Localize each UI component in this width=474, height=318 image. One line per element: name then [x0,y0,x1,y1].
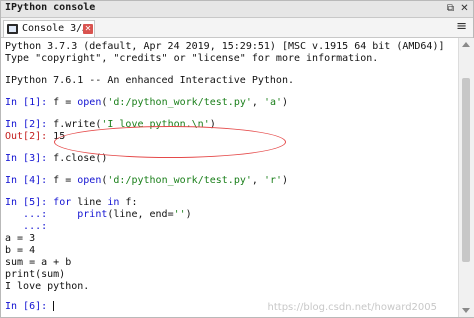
code-builtin: print [77,209,108,220]
code-string: '' [173,209,186,220]
out-prompt: Out[2]: [5,131,54,142]
code-string: 'd:/python_work/test.py' [107,175,252,186]
window-title: IPython console [5,2,96,13]
code-builtin: open [77,97,102,108]
code-text: f = [53,97,78,108]
text-cursor [53,301,55,311]
printed-output-line: print(sum) [5,269,66,280]
in-prompt: In [1]: [5,97,54,108]
code-string: 'd:/python_work/test.py' [107,97,252,108]
code-string: 'a' [263,97,282,108]
in-prompt: In [4]: [5,175,54,186]
continuation-prompt: ...: [5,209,54,220]
title-bar: IPython console ⧉ ✕ [1,1,473,18]
input-line-3: In [3]: f.close() [5,153,107,165]
in-prompt: In [6]: [5,301,54,312]
code-text: f.write( [53,119,102,130]
in-prompt: In [5]: [5,197,54,208]
banner-line: Type "copyright", "credits" or "license"… [5,53,379,64]
code-string: 'r' [263,175,282,186]
options-menu-icon[interactable]: ≡ [456,20,467,34]
close-pane-icon[interactable]: ✕ [459,3,470,14]
input-line-4: In [4]: f = open('d:/python_work/test.py… [5,175,288,187]
console-output-area[interactable]: Python 3.7.3 (default, Apr 24 2019, 15:2… [2,38,457,317]
tab-bar: Console 3/A ✕ ≡ [1,18,473,38]
input-line-5: In [5]: for line in f: [5,197,137,209]
continuation-line-2: ...: [5,221,53,233]
code-text: ) [282,97,289,108]
banner-line: Python 3.7.3 (default, Apr 24 2019, 15:2… [5,41,445,52]
continuation-prompt: ...: [5,221,54,232]
scroll-up-icon[interactable] [462,42,470,47]
code-text: , [251,97,264,108]
input-line-1: In [1]: f = open('d:/python_work/test.py… [5,97,288,109]
banner-line: IPython 7.6.1 -- An enhanced Interactive… [5,75,294,86]
input-line-6[interactable]: In [6]: [5,301,55,313]
scrollbar-thumb[interactable] [462,78,470,262]
scroll-down-icon[interactable] [462,308,470,313]
code-text: f: [119,197,138,208]
printed-output-line: sum = a + b [5,257,72,268]
printed-output-line: a = 3 [5,233,36,244]
in-prompt: In [2]: [5,119,54,130]
code-text: ) [185,209,192,220]
code-text: line [71,197,108,208]
tab-close-icon[interactable]: ✕ [83,24,93,34]
code-text: ) [282,175,289,186]
in-prompt: In [3]: [5,153,54,164]
code-keyword: in [107,197,120,208]
code-keyword: for [53,197,72,208]
printed-output-line: b = 4 [5,245,36,256]
vertical-scrollbar[interactable] [458,38,474,317]
console-icon [7,24,18,34]
code-text: (line, end= [107,209,174,220]
code-text: , [251,175,264,186]
highlight-ring [54,126,286,158]
continuation-line-1: ...: print(line, end='') [5,209,192,221]
printed-output-line: I love python. [5,281,90,292]
code-builtin: open [77,175,102,186]
ipython-console-window: IPython console ⧉ ✕ Console 3/A ✕ ≡ Pyth… [0,0,474,318]
tab-label: Console 3/A [22,23,89,34]
tab-console-3a[interactable]: Console 3/A ✕ [3,20,95,37]
watermark-text: https://blog.csdn.net/howard2005 [267,302,437,313]
code-text: f = [53,175,78,186]
undock-icon[interactable]: ⧉ [445,3,456,14]
